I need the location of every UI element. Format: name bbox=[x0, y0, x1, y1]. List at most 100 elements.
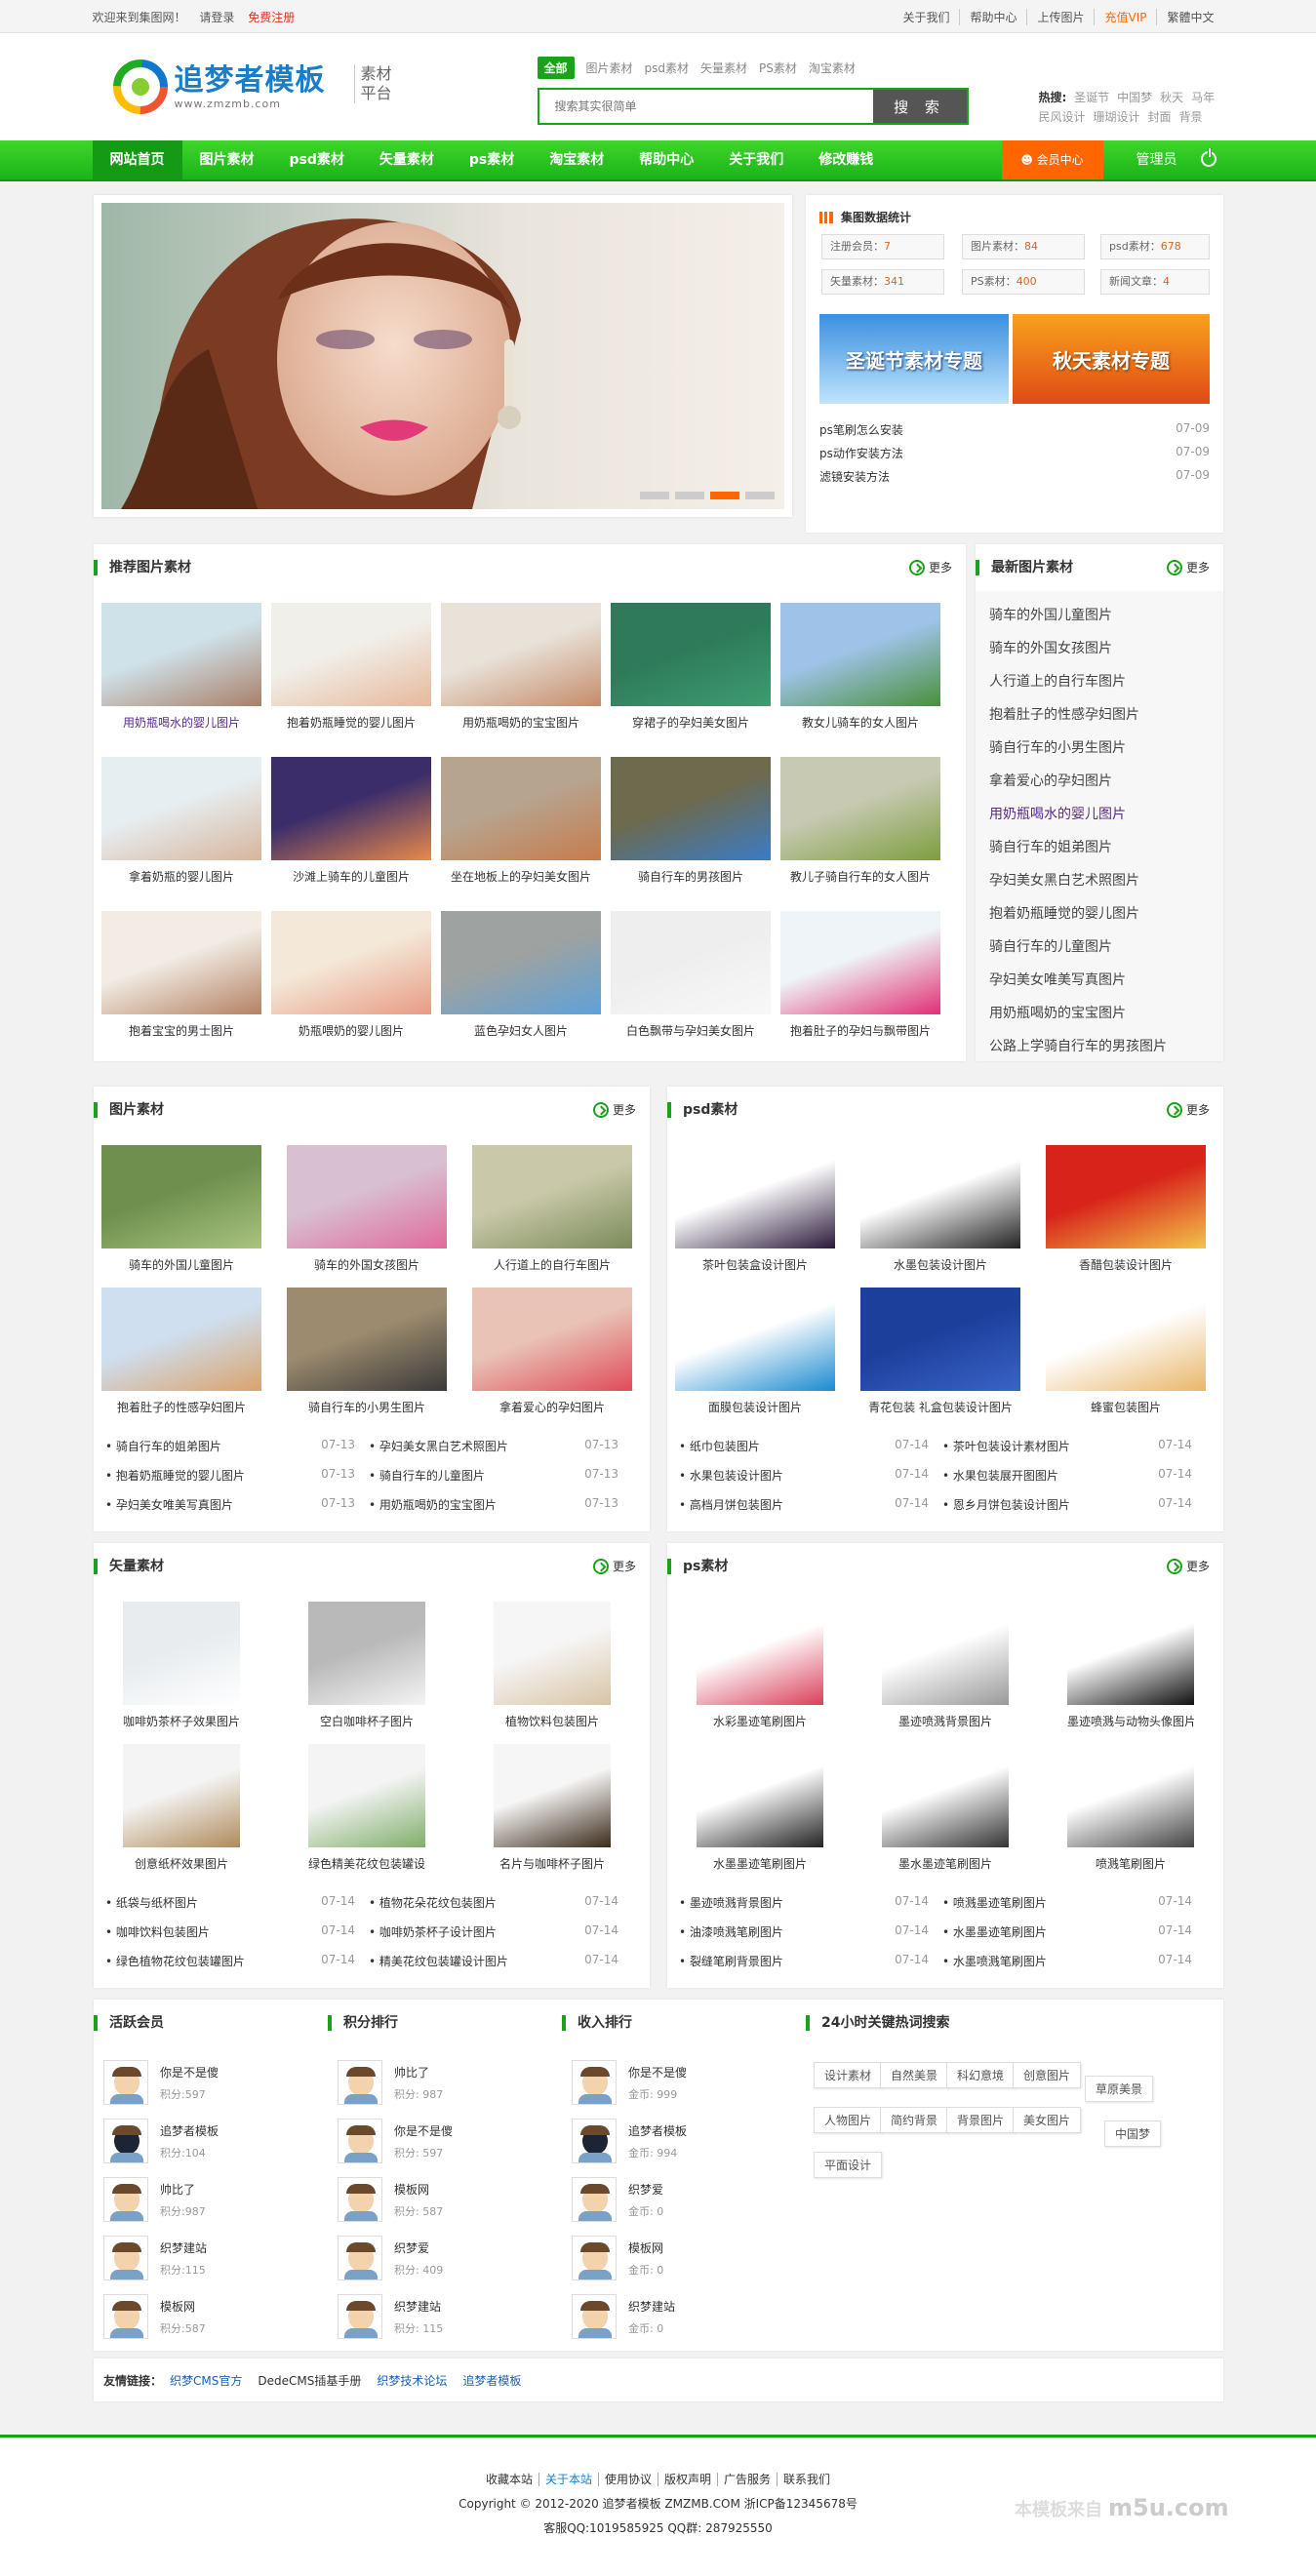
latest-item[interactable]: 抱着肚子的性感孕妇图片 bbox=[989, 704, 1139, 724]
vector-item[interactable]: 咖啡奶茶杯子效果图片 bbox=[123, 1602, 240, 1729]
register-link[interactable]: 免费注册 bbox=[248, 11, 295, 24]
hot-keyword-tag[interactable]: 自然美景 bbox=[880, 2062, 949, 2088]
psd-list-item[interactable]: • 恩乡月饼包装设计图片 07-14 bbox=[942, 1496, 1192, 1513]
vector-more[interactable]: 更多 bbox=[592, 1543, 636, 1590]
points-rank-item[interactable]: 织梦建站 积分: 115 bbox=[338, 2294, 443, 2339]
recommend-more[interactable]: 更多 bbox=[908, 544, 952, 591]
recommend-item[interactable]: 骑自行车的男孩图片 bbox=[611, 757, 771, 885]
psd-more[interactable]: 更多 bbox=[1166, 1087, 1210, 1133]
psd-item[interactable]: 蜂蜜包装图片 bbox=[1046, 1288, 1206, 1415]
pic-item[interactable]: 抱着肚子的性感孕妇图片 bbox=[101, 1288, 261, 1415]
pic-list-item[interactable]: • 孕妇美女黑白艺术照图片 07-13 bbox=[369, 1438, 618, 1454]
ps-list-item[interactable]: • 墨迹喷溅背景图片 07-14 bbox=[679, 1894, 929, 1911]
psd-item[interactable]: 水墨包装设计图片 bbox=[860, 1145, 1020, 1273]
income-rank-item[interactable]: 织梦建站 金币: 0 bbox=[572, 2294, 675, 2339]
footer-link[interactable]: 关于本站 bbox=[538, 2473, 598, 2486]
vector-list-item[interactable]: • 绿色植物花纹包装罐图片 07-14 bbox=[105, 1953, 355, 1969]
psd-list-item[interactable]: • 水果包装展开图图片 07-14 bbox=[942, 1467, 1192, 1484]
footer-link[interactable]: 版权声明 bbox=[658, 2473, 718, 2486]
nav-earn[interactable]: 修改赚钱 bbox=[801, 140, 891, 179]
hot-keyword-tag[interactable]: 美女图片 bbox=[1013, 2107, 1082, 2133]
latest-more[interactable]: 更多 bbox=[1166, 544, 1210, 591]
help-link[interactable]: 帮助中心 bbox=[959, 8, 1026, 25]
vector-list-item[interactable]: • 植物花朵花纹包装图片 07-14 bbox=[369, 1894, 618, 1911]
vector-item[interactable]: 植物饮料包装图片 bbox=[494, 1602, 611, 1729]
footer-link[interactable]: 使用协议 bbox=[597, 2473, 658, 2486]
ps-item[interactable]: 墨迹喷溅背景图片 bbox=[882, 1602, 1009, 1729]
nav-taobao[interactable]: 淘宝素材 bbox=[532, 140, 621, 179]
pic-item[interactable]: 骑车的外国女孩图片 bbox=[287, 1145, 447, 1273]
hot-word[interactable]: 民风设计 bbox=[1039, 110, 1086, 124]
hot-keyword-tag[interactable]: 草原美景 bbox=[1085, 2076, 1154, 2102]
hot-keyword-tag[interactable]: 平面设计 bbox=[814, 2152, 883, 2178]
footer-link[interactable]: 广告服务 bbox=[717, 2473, 778, 2486]
hot-word[interactable]: 圣诞节 bbox=[1074, 91, 1109, 104]
footer-link[interactable]: 联系我们 bbox=[777, 2473, 837, 2486]
ps-item[interactable]: 水墨墨迹笔刷图片 bbox=[697, 1744, 823, 1872]
slider-dot[interactable] bbox=[640, 492, 669, 499]
pic-list-item[interactable]: • 用奶瓶喝奶的宝宝图片 07-13 bbox=[369, 1496, 618, 1513]
latest-item[interactable]: 公路上学骑自行车的男孩图片 bbox=[989, 1036, 1167, 1055]
vector-list-item[interactable]: • 精美花纹包装罐设计图片 07-14 bbox=[369, 1953, 618, 1969]
recommend-item[interactable]: 沙滩上骑车的儿童图片 bbox=[271, 757, 431, 885]
latest-item[interactable]: 人行道上的自行车图片 bbox=[989, 671, 1126, 691]
login-link[interactable]: 请登录 bbox=[199, 11, 234, 24]
news-item[interactable]: ps笔刷怎么安装 07-09 bbox=[819, 421, 1210, 438]
income-rank-item[interactable]: 追梦者模板 金币: 994 bbox=[572, 2119, 687, 2163]
nav-home[interactable]: 网站首页 bbox=[92, 140, 182, 179]
latest-item[interactable]: 骑车的外国儿童图片 bbox=[989, 605, 1112, 624]
nav-ps[interactable]: ps素材 bbox=[452, 140, 532, 179]
nav-vector[interactable]: 矢量素材 bbox=[362, 140, 452, 179]
nav-pic[interactable]: 图片素材 bbox=[182, 140, 272, 179]
slider-dot-active[interactable] bbox=[710, 492, 739, 499]
search-tab-taobao[interactable]: 淘宝素材 bbox=[809, 59, 856, 76]
latest-item[interactable]: 用奶瓶喝水的婴儿图片 bbox=[989, 804, 1126, 823]
active-rank-item[interactable]: 织梦建站 积分:115 bbox=[103, 2236, 207, 2280]
banner-slider[interactable] bbox=[94, 195, 792, 517]
ps-list-item[interactable]: • 水墨墨迹笔刷图片 07-14 bbox=[942, 1923, 1192, 1940]
search-tab-ps[interactable]: PS素材 bbox=[759, 59, 797, 76]
ps-more[interactable]: 更多 bbox=[1166, 1543, 1210, 1590]
vector-item[interactable]: 绿色精美花纹包装罐设计图片 bbox=[308, 1744, 425, 1872]
active-rank-item[interactable]: 模板网 积分:587 bbox=[103, 2294, 206, 2339]
recommend-item[interactable]: 教儿子骑自行车的女人图片 bbox=[780, 757, 940, 885]
vector-item[interactable]: 名片与咖啡杯子图片 bbox=[494, 1744, 611, 1872]
recommend-item[interactable]: 蓝色孕妇女人图片 bbox=[441, 911, 601, 1039]
hot-keyword-tag[interactable]: 设计素材 bbox=[814, 2062, 883, 2088]
autumn-topic-banner[interactable]: 秋天素材专题 bbox=[1013, 314, 1210, 404]
active-rank-item[interactable]: 你是不是傻 积分:597 bbox=[103, 2060, 219, 2105]
psd-list-item[interactable]: • 高档月饼包装图片 07-14 bbox=[679, 1496, 929, 1513]
recommend-item[interactable]: 白色飘带与孕妇美女图片 bbox=[611, 911, 771, 1039]
income-rank-item[interactable]: 你是不是傻 金币: 999 bbox=[572, 2060, 687, 2105]
recommend-item[interactable]: 奶瓶喂奶的婴儿图片 bbox=[271, 911, 431, 1039]
search-tab-vector[interactable]: 矢量素材 bbox=[700, 59, 747, 76]
hot-word[interactable]: 珊瑚设计 bbox=[1094, 110, 1140, 124]
hot-word[interactable]: 背景 bbox=[1179, 110, 1203, 124]
pic-item[interactable]: 骑车的外国儿童图片 bbox=[101, 1145, 261, 1273]
psd-list-item[interactable]: • 纸巾包装图片 07-14 bbox=[679, 1438, 929, 1454]
latest-item[interactable]: 用奶瓶喝奶的宝宝图片 bbox=[989, 1003, 1126, 1022]
psd-list-item[interactable]: • 水果包装设计图片 07-14 bbox=[679, 1467, 929, 1484]
points-rank-item[interactable]: 模板网 积分: 587 bbox=[338, 2177, 443, 2222]
about-link[interactable]: 关于我们 bbox=[893, 9, 959, 25]
latest-item[interactable]: 抱着奶瓶睡觉的婴儿图片 bbox=[989, 903, 1139, 923]
friend-link[interactable]: 织梦技术论坛 bbox=[377, 2372, 447, 2389]
recommend-item[interactable]: 抱着宝宝的男士图片 bbox=[101, 911, 261, 1039]
ps-list-item[interactable]: • 喷溅墨迹笔刷图片 07-14 bbox=[942, 1894, 1192, 1911]
recommend-item[interactable]: 坐在地板上的孕妇美女图片 bbox=[441, 757, 601, 885]
nav-help[interactable]: 帮助中心 bbox=[621, 140, 711, 179]
psd-list-item[interactable]: • 茶叶包装设计素材图片 07-14 bbox=[942, 1438, 1192, 1454]
hot-keyword-tag[interactable]: 创意图片 bbox=[1013, 2062, 1082, 2088]
traditional-chinese-link[interactable]: 繁體中文 bbox=[1156, 8, 1223, 25]
christmas-topic-banner[interactable]: 圣诞节素材专题 bbox=[819, 314, 1009, 404]
ps-item[interactable]: 喷溅笔刷图片 bbox=[1067, 1744, 1194, 1872]
nav-psd[interactable]: psd素材 bbox=[272, 140, 362, 179]
recommend-item[interactable]: 抱着奶瓶睡觉的婴儿图片 bbox=[271, 603, 431, 731]
search-input[interactable] bbox=[538, 90, 873, 123]
search-tab-all[interactable]: 全部 bbox=[537, 57, 575, 79]
pic-list-item[interactable]: • 骑自行车的姐弟图片 07-13 bbox=[105, 1438, 355, 1454]
psd-item[interactable]: 香醋包装设计图片 bbox=[1046, 1145, 1206, 1273]
search-button[interactable]: 搜 索 bbox=[872, 90, 967, 123]
latest-item[interactable]: 骑车的外国女孩图片 bbox=[989, 638, 1112, 657]
pic-more[interactable]: 更多 bbox=[592, 1087, 636, 1133]
